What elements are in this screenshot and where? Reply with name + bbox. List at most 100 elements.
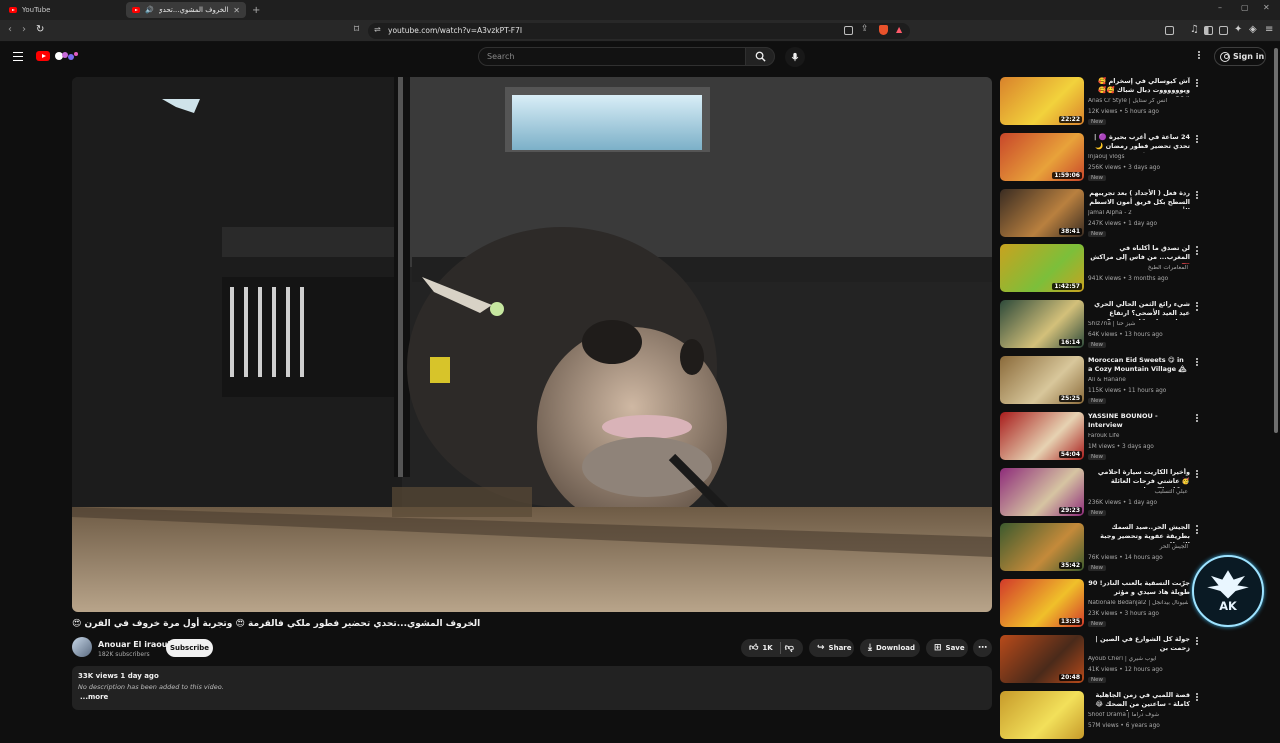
audio-playing-icon[interactable]: 🔊: [145, 6, 154, 14]
page-scrollbar[interactable]: [1274, 48, 1278, 433]
download-button[interactable]: ⤓ Download: [860, 639, 920, 657]
youtube-doodle-icon[interactable]: [53, 50, 79, 62]
related-video-menu-icon[interactable]: [1196, 246, 1198, 255]
related-video-menu-icon[interactable]: [1196, 302, 1198, 311]
related-video-menu-icon[interactable]: [1196, 79, 1198, 88]
channel-avatar[interactable]: [72, 637, 92, 657]
related-video-title[interactable]: قصة اللمبي في زمن الجاهلية كاملة - ساعتي…: [1088, 691, 1190, 711]
related-video-item[interactable]: 20:48 جولة كل الشوارع في الصين | زحمت بن A…: [1000, 635, 1272, 687]
related-video-menu-icon[interactable]: [1196, 358, 1198, 367]
related-video-item[interactable]: 54:04 YASSINE BOUNOU - Interview Farouk Li…: [1000, 411, 1272, 464]
related-video-thumbnail[interactable]: 20:48: [1000, 635, 1084, 683]
related-video-thumbnail[interactable]: 1:59:06: [1000, 132, 1084, 181]
related-video-item[interactable]: 16:14 شيء رائع الثمن الحالي الحري عيد الع…: [1000, 300, 1272, 352]
brave-shield-icon[interactable]: [879, 25, 888, 35]
bookmark-icon[interactable]: ⌑: [354, 24, 359, 35]
new-tab-button[interactable]: +: [252, 5, 260, 16]
related-video-channel[interactable]: Shiz7na | شيز حنا: [1088, 321, 1188, 327]
sidebar-icon[interactable]: [1204, 26, 1213, 35]
tab-youtube[interactable]: YouTube: [3, 2, 123, 18]
search-button[interactable]: [745, 47, 775, 66]
related-video-channel[interactable]: Farouk Life: [1088, 433, 1188, 439]
related-video-title[interactable]: لن تصدق ما أكلناه في المغرب... من فاس إل…: [1088, 244, 1190, 264]
related-video-menu-icon[interactable]: [1196, 413, 1198, 423]
address-bar[interactable]: ⇌ youtube.com/watch?v=A3vzkPT-F7I ⇪ ▲: [368, 23, 910, 39]
back-arrow-icon[interactable]: ‹: [8, 24, 12, 35]
reader-mode-icon[interactable]: [1165, 26, 1174, 35]
related-video-channel[interactable]: الجيش الحر: [1088, 544, 1188, 550]
related-video-thumbnail[interactable]: 25:25: [1000, 356, 1084, 404]
related-video-channel[interactable]: Shoof Drama | شوف دراما: [1088, 712, 1188, 718]
related-video-thumbnail[interactable]: 38:41: [1000, 188, 1084, 237]
forward-arrow-icon[interactable]: ›: [22, 24, 26, 35]
music-icon[interactable]: ♫: [1190, 24, 1199, 35]
related-video-channel[interactable]: عبلي التسليب: [1088, 489, 1188, 495]
more-options-icon[interactable]: [1198, 51, 1202, 63]
related-video-item[interactable]: 29:23 وأخيرا الكاريت سيارة احلامي 🥳 عاشتي…: [1000, 467, 1272, 520]
youtube-logo-icon[interactable]: [36, 51, 50, 61]
related-video-channel[interactable]: Nationale Bedanjal2 | نيشيونال بيدانجل: [1088, 600, 1188, 606]
related-video-channel[interactable]: Ali & Hanane: [1088, 377, 1188, 383]
related-video-title[interactable]: وأخيرا الكاريت سيارة احلامي 🥳 عاشتي فرحا…: [1088, 468, 1190, 488]
share-button[interactable]: ↪ Share: [809, 639, 854, 657]
related-video-title[interactable]: Moroccan Eid Sweets 😋 in a Cozy Mountain…: [1088, 356, 1190, 376]
related-video-title[interactable]: 24 ساعة في أغرب بحيرة 🟣 | تحدي تحضير فطو…: [1088, 133, 1190, 153]
related-video-channel[interactable]: المغامرات الطبخ: [1088, 265, 1188, 271]
save-button[interactable]: ⊞ Save: [926, 639, 968, 657]
related-video-title[interactable]: آش كيوسالي في إسخرام 🥰 ويووووووت دبال شب…: [1088, 77, 1190, 97]
more-actions-button[interactable]: ⋯: [973, 639, 992, 657]
related-video-menu-icon[interactable]: [1196, 692, 1198, 702]
related-video-item[interactable]: 22:22 آش كيوسالي في إسخرام 🥰 ويووووووت دب…: [1000, 77, 1272, 129]
search-input[interactable]: [487, 48, 737, 65]
related-video-channel[interactable]: Injaouj vlogs: [1088, 154, 1188, 160]
share-page-icon[interactable]: ⇪: [861, 24, 869, 34]
subscribe-button[interactable]: Subscribe: [166, 639, 213, 657]
related-video-thumbnail[interactable]: 35:42: [1000, 523, 1084, 572]
related-video-menu-icon[interactable]: [1196, 134, 1198, 144]
related-video-item[interactable]: 38:41 ردة فعل ( الأجداد ) بعد تجريبهم الس…: [1000, 188, 1272, 241]
related-video-thumbnail[interactable]: 22:22: [1000, 77, 1084, 125]
like-button[interactable]: 👍︎ 1K: [749, 643, 773, 653]
related-video-item[interactable]: 25:25 Moroccan Eid Sweets 😋 in a Cozy Mou…: [1000, 356, 1272, 408]
related-video-title[interactable]: جرّبت التسقية بالعنب النادر! 90 طويلة ها…: [1088, 579, 1190, 599]
thumbs-down-icon[interactable]: 👎︎: [785, 643, 794, 653]
related-video-menu-icon[interactable]: [1196, 525, 1198, 534]
reload-icon[interactable]: ↻: [36, 24, 44, 35]
video-player[interactable]: [72, 77, 992, 612]
description-box[interactable]: 33K views 1 day ago No description has b…: [72, 666, 992, 710]
wallet-icon[interactable]: ◈: [1249, 24, 1257, 35]
show-more-link[interactable]: ...more: [80, 693, 108, 701]
related-video-item[interactable]: قصة اللمبي في زمن الجاهلية كاملة - ساعتي…: [1000, 690, 1272, 743]
voice-search-button[interactable]: [785, 47, 805, 67]
site-settings-icon[interactable]: ⇌: [374, 25, 381, 34]
related-video-title[interactable]: جولة كل الشوارع في الصين | زحمت بن: [1088, 635, 1190, 655]
related-video-channel[interactable]: Ayoub Cheri | أيوب شيري: [1088, 656, 1188, 662]
tab-close-icon[interactable]: ✕: [233, 6, 240, 15]
related-video-thumbnail[interactable]: 1:42:57: [1000, 244, 1084, 293]
hamburger-menu-icon[interactable]: [13, 52, 23, 61]
sign-in-button[interactable]: Sign in: [1214, 47, 1266, 66]
related-video-menu-icon[interactable]: [1196, 190, 1198, 199]
related-video-channel[interactable]: Jamal Alpha - 2: [1088, 210, 1188, 216]
related-video-title[interactable]: YASSINE BOUNOU - Interview: [1088, 412, 1190, 432]
related-video-title[interactable]: ردة فعل ( الأجداد ) بعد تجريبهم السطح بك…: [1088, 189, 1190, 209]
related-video-thumbnail[interactable]: 54:04: [1000, 411, 1084, 460]
related-video-title[interactable]: الجيش الحر..صيد السمك بطريقة عفوية وتحضي…: [1088, 523, 1190, 543]
url-text[interactable]: youtube.com/watch?v=A3vzkPT-F7I: [388, 26, 522, 35]
related-video-thumbnail[interactable]: 29:23: [1000, 467, 1084, 516]
related-video-thumbnail[interactable]: [1000, 690, 1084, 739]
close-window-button[interactable]: ✕: [1263, 3, 1270, 12]
related-video-thumbnail[interactable]: 16:14: [1000, 300, 1084, 349]
related-video-menu-icon[interactable]: [1196, 469, 1198, 478]
tab-current-video[interactable]: 🔊 الخروف المشوي...تحدي تحضير ✕: [126, 2, 246, 18]
vpn-icon[interactable]: ✦: [1234, 24, 1242, 35]
related-video-menu-icon[interactable]: [1196, 637, 1198, 646]
related-video-item[interactable]: 1:59:06 24 ساعة في أغرب بحيرة 🟣 | تحدي تح…: [1000, 132, 1272, 185]
related-video-title[interactable]: شيء رائع الثمن الحالي الحري عيد العيد ال…: [1088, 300, 1190, 320]
cast-icon[interactable]: [844, 26, 853, 35]
maximize-button[interactable]: ▢: [1241, 3, 1249, 12]
related-video-thumbnail[interactable]: 13:35: [1000, 579, 1084, 628]
channel-name[interactable]: Anouar El iraoui: [98, 640, 170, 649]
related-video-channel[interactable]: Anas Cr Style | أنس كر ستايل: [1088, 98, 1188, 104]
brave-rewards-icon[interactable]: ▲: [896, 25, 902, 34]
